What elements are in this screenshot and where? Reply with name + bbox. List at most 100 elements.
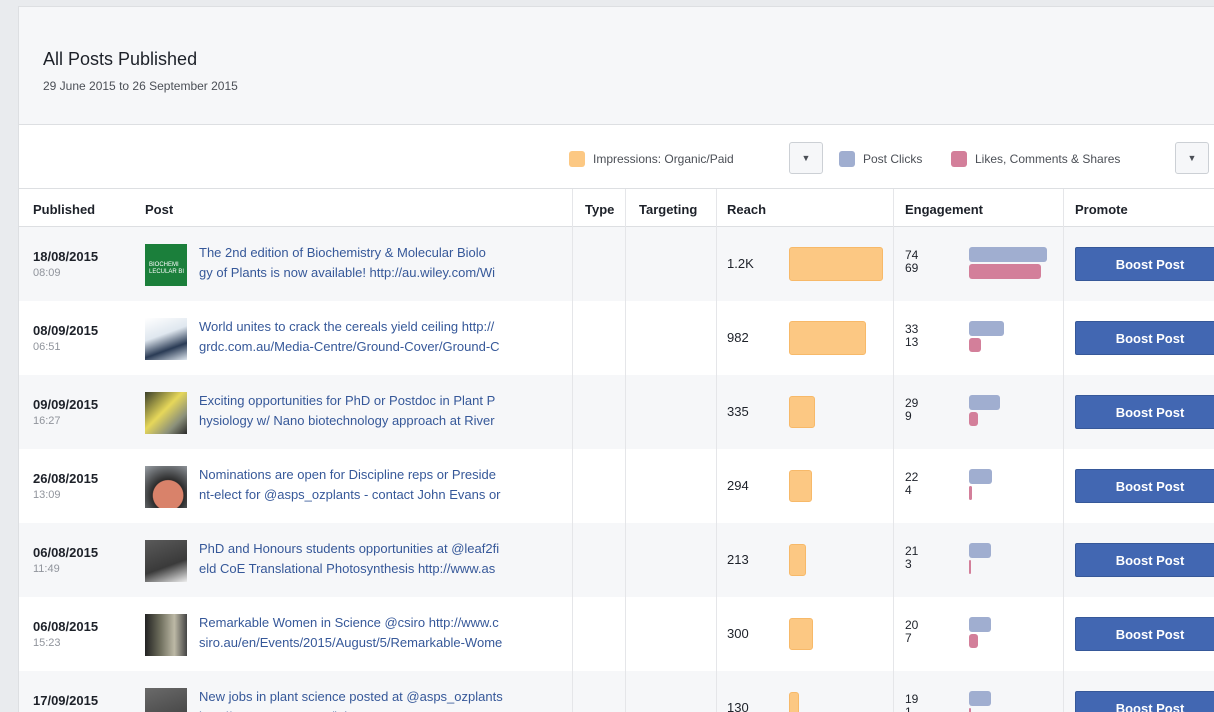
post-text[interactable]: New jobs in plant science posted at @asp… xyxy=(199,687,567,712)
published-date: 06/08/2015 xyxy=(33,545,99,560)
col-divider xyxy=(893,189,894,712)
reactions-swatch xyxy=(951,151,967,167)
boost-post-button[interactable]: Boost Post xyxy=(1075,395,1214,429)
published-time: 16:27 xyxy=(33,415,61,427)
boost-post-button[interactable]: Boost Post xyxy=(1075,247,1214,281)
reach-bar xyxy=(789,692,799,712)
impressions-swatch xyxy=(569,151,585,167)
col-type[interactable]: Type xyxy=(585,202,614,217)
col-published[interactable]: Published xyxy=(33,202,95,217)
post-text[interactable]: Remarkable Women in Science @csiro http:… xyxy=(199,613,567,653)
post-text[interactable]: Nominations are open for Discipline reps… xyxy=(199,465,567,505)
boost-post-button[interactable]: Boost Post xyxy=(1075,543,1214,577)
post-thumbnail[interactable] xyxy=(145,614,187,656)
page-title: All Posts Published xyxy=(43,49,198,69)
published-time: 13:09 xyxy=(33,489,61,501)
col-reach[interactable]: Reach xyxy=(727,202,766,217)
post-clicks-bar xyxy=(969,469,992,484)
post-thumbnail[interactable] xyxy=(145,466,187,508)
published-time: 11:49 xyxy=(33,563,60,575)
reach-bar xyxy=(789,544,806,576)
post-thumbnail[interactable] xyxy=(145,392,187,434)
reach-value: 294 xyxy=(727,478,749,493)
reactions-count: 9 xyxy=(905,409,912,423)
published-date: 09/09/2015 xyxy=(33,397,99,412)
published-date: 08/09/2015 xyxy=(33,323,99,338)
reactions-count: 1 xyxy=(905,705,912,712)
engagement-dropdown[interactable]: ▼ xyxy=(1175,142,1209,174)
post-thumbnail[interactable]: BIOCHEMI LECULAR BI xyxy=(145,244,187,286)
published-time: 15:23 xyxy=(33,637,61,649)
post-text[interactable]: World unites to crack the cereals yield … xyxy=(199,317,567,357)
post-clicks-bar xyxy=(969,395,1000,410)
legend-post-clicks-label: Post Clicks xyxy=(863,152,923,166)
reach-value: 1.2K xyxy=(727,256,754,271)
legend-impressions-label: Impressions: Organic/Paid xyxy=(593,152,734,166)
boost-post-button[interactable]: Boost Post xyxy=(1075,691,1214,712)
legend-reactions: Likes, Comments & Shares xyxy=(951,151,1120,167)
reach-bar xyxy=(789,470,812,502)
table-header: Published Post Type Targeting Reach Enga… xyxy=(19,189,1214,227)
post-clicks-bar xyxy=(969,617,991,632)
post-clicks-count: 33 xyxy=(905,322,919,336)
reactions-count: 4 xyxy=(905,483,912,497)
post-thumbnail[interactable] xyxy=(145,688,187,712)
post-thumbnail[interactable] xyxy=(145,540,187,582)
col-divider xyxy=(1063,189,1064,712)
reactions-bar xyxy=(969,412,978,426)
panel-header: All Posts Published 29 June 2015 to 26 S… xyxy=(19,7,1214,125)
col-engagement[interactable]: Engagement xyxy=(905,202,983,217)
reach-bar xyxy=(789,321,866,355)
insights-panel: All Posts Published 29 June 2015 to 26 S… xyxy=(18,6,1214,712)
table-row: 09/09/2015 16:27 Exciting opportunities fo… xyxy=(19,375,1214,449)
post-clicks-bar xyxy=(969,691,991,706)
published-date: 17/09/2015 xyxy=(33,693,99,708)
post-clicks-count: 22 xyxy=(905,470,919,484)
post-clicks-count: 20 xyxy=(905,618,919,632)
col-post[interactable]: Post xyxy=(145,202,173,217)
col-divider xyxy=(716,189,717,712)
caret-down-icon: ▼ xyxy=(1187,153,1197,163)
boost-post-button[interactable]: Boost Post xyxy=(1075,469,1214,503)
reactions-bar xyxy=(969,560,971,574)
boost-post-button[interactable]: Boost Post xyxy=(1075,617,1214,651)
table-row: 18/08/2015 08:09 BIOCHEMI LECULAR BI The 2n… xyxy=(19,227,1214,301)
post-text[interactable]: Exciting opportunities for PhD or Postdo… xyxy=(199,391,567,431)
published-time: 06:51 xyxy=(33,341,61,353)
reactions-count: 13 xyxy=(905,335,919,349)
post-clicks-count: 74 xyxy=(905,248,919,262)
reach-value: 982 xyxy=(727,330,749,345)
reactions-bar xyxy=(969,264,1041,279)
reactions-count: 3 xyxy=(905,557,912,571)
legend-reactions-label: Likes, Comments & Shares xyxy=(975,152,1121,166)
post-clicks-count: 21 xyxy=(905,544,919,558)
reach-value: 300 xyxy=(727,626,749,641)
post-clicks-bar xyxy=(969,247,1047,262)
col-promote[interactable]: Promote xyxy=(1075,202,1128,217)
published-date: 26/08/2015 xyxy=(33,471,99,486)
post-text[interactable]: The 2nd edition of Biochemistry & Molecu… xyxy=(199,243,567,283)
published-date: 18/08/2015 xyxy=(33,249,99,264)
boost-post-button[interactable]: Boost Post xyxy=(1075,321,1214,355)
caret-down-icon: ▼ xyxy=(801,153,811,163)
reactions-bar xyxy=(969,634,978,648)
col-divider xyxy=(625,189,626,712)
post-clicks-bar xyxy=(969,321,1004,336)
reactions-count: 69 xyxy=(905,261,919,275)
table-row: 08/09/2015 06:51 World unites to crack the… xyxy=(19,301,1214,375)
post-thumbnail[interactable] xyxy=(145,318,187,360)
reach-bar xyxy=(789,618,813,650)
col-targeting[interactable]: Targeting xyxy=(639,202,697,217)
reach-bar xyxy=(789,396,815,428)
post-clicks-bar xyxy=(969,543,991,558)
reach-value: 213 xyxy=(727,552,749,567)
post-text[interactable]: PhD and Honours students opportunities a… xyxy=(199,539,567,579)
table-row: 17/09/201509:10New jobs in plant science… xyxy=(19,671,1214,712)
reactions-bar xyxy=(969,486,972,500)
table-row: 06/08/2015 15:23 Remarkable Women in Scien… xyxy=(19,597,1214,671)
reactions-bar xyxy=(969,338,981,352)
impressions-dropdown[interactable]: ▼ xyxy=(789,142,823,174)
published-date: 06/08/2015 xyxy=(33,619,99,634)
col-divider xyxy=(572,189,573,712)
date-range: 29 June 2015 to 26 September 2015 xyxy=(43,79,238,93)
